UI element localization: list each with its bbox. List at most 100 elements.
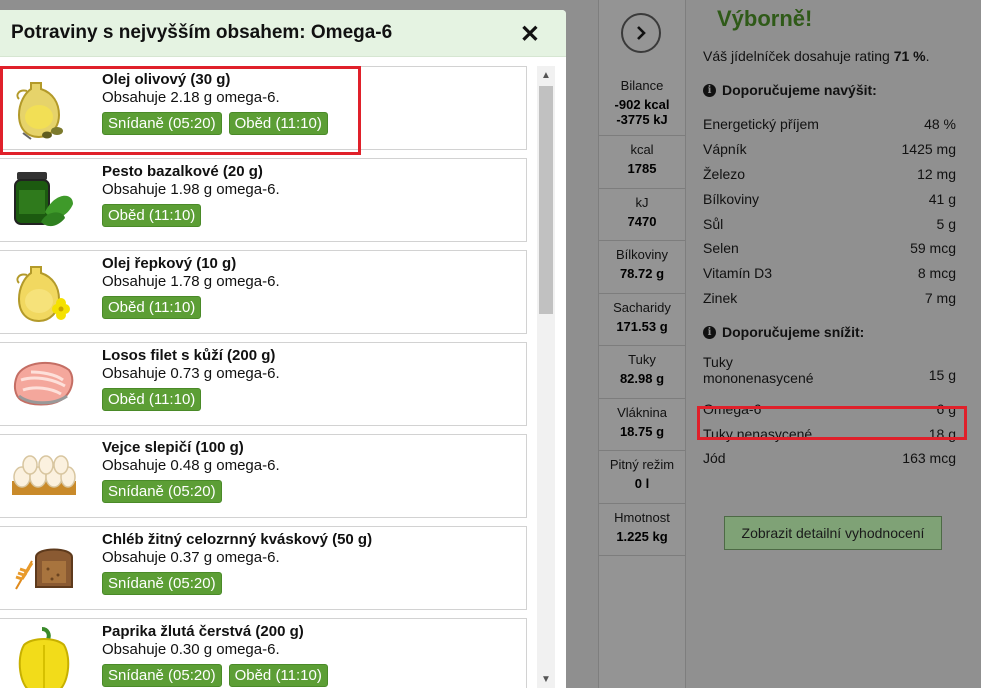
nutrition-stats: Bilance -902 kcal -3775 kJ kcal 1785 kJ 74… <box>599 68 685 556</box>
nutrient-row: Tuky mononenasycené 15 g <box>703 354 964 396</box>
food-omega-content: Obsahuje 0.30 g omega-6. <box>102 641 280 658</box>
food-omega-content: Obsahuje 0.48 g omega-6. <box>102 457 280 474</box>
nutrient-name: Energetický příjem <box>703 116 819 133</box>
nutrient-row: Sůl 5 g <box>703 211 964 236</box>
food-item-body: Pesto bazalkové (20 g) Obsahuje 1.98 g o… <box>88 159 280 241</box>
stat-value: 1785 <box>627 161 657 176</box>
stat-weight: Hmotnost 1.225 kg <box>599 504 685 556</box>
meal-tags: Snídaně (05:20) Oběd (11:10) <box>102 664 328 687</box>
collapse-toggle-button[interactable] <box>621 13 661 53</box>
increase-table: Energetický příjem 48 % Vápník 1425 mg Žel… <box>703 112 964 310</box>
modal-title: Potraviny s nejvyšším obsahem: Omega-6 <box>11 22 393 43</box>
scrollbar-thumb[interactable] <box>539 86 553 314</box>
detailed-evaluation-button[interactable]: Zobrazit detailní vyhodnocení <box>724 516 942 550</box>
nutrient-row: Železo 12 mg <box>703 162 964 187</box>
stat-label: Sacharidy <box>613 299 671 315</box>
omega6-highlight-box <box>697 406 967 440</box>
stat-value: -902 kcal <box>614 97 670 112</box>
nutrient-name: Sůl <box>703 215 724 232</box>
nutrient-row: Vitamín D3 8 mcg <box>703 261 964 286</box>
stat-label: Vláknina <box>617 404 667 420</box>
rapeseed-oil-icon <box>0 251 88 333</box>
food-omega-content: Obsahuje 0.37 g omega-6. <box>102 549 280 566</box>
meal-tag[interactable]: Snídaně (05:20) <box>102 480 222 503</box>
food-name: Pesto bazalkové (20 g) <box>102 163 263 180</box>
nutrient-name: Selen <box>703 240 739 257</box>
chevron-right-icon <box>637 26 646 40</box>
rating-prefix: Váš jídelníček dosahuje rating <box>703 48 894 64</box>
summary-heading: Výborně! <box>717 6 813 31</box>
stat-fat: Tuky 82.98 g <box>599 346 685 399</box>
food-name: Chléb žitný celozrnný kváskový (50 g) <box>102 531 373 548</box>
food-name: Losos filet s kůží (200 g) <box>102 347 276 364</box>
decrease-heading: i Doporučujeme snížit: <box>703 324 964 340</box>
food-item[interactable]: Paprika žlutá čerstvá (200 g) Obsahuje 0… <box>0 618 527 688</box>
stat-value: 18.75 g <box>619 423 665 439</box>
stat-protein: Bílkoviny 78.72 g <box>599 241 685 294</box>
food-item[interactable]: Pesto bazalkové (20 g) Obsahuje 1.98 g o… <box>0 158 527 242</box>
stat-value: 78.72 g <box>619 266 665 281</box>
stat-fiber: Vláknina 18.75 g <box>599 399 685 451</box>
nutrient-value: 8 mcg <box>917 265 956 282</box>
stat-label: Hmotnost <box>614 509 670 525</box>
food-item[interactable]: Chléb žitný celozrnný kváskový (50 g) Ob… <box>0 526 527 610</box>
stat-carbs: Sacharidy 171.53 g <box>599 294 685 346</box>
stat-value: 171.53 g <box>616 318 668 334</box>
nutrient-row: Vápník 1425 mg <box>703 137 964 162</box>
decrease-title: Doporučujeme snížit: <box>722 324 865 341</box>
nutrient-row: Bílkoviny 41 g <box>703 186 964 211</box>
stat-value: 1.225 kg <box>616 528 668 544</box>
nutrient-row: Energetický příjem 48 % <box>703 112 964 137</box>
stat-value: 7470 <box>627 213 657 229</box>
scroll-down-arrow-icon[interactable]: ▼ <box>537 670 555 688</box>
stat-value: 82.98 g <box>619 371 665 386</box>
info-icon: i <box>703 83 716 97</box>
meal-tag[interactable]: Oběd (11:10) <box>228 664 328 687</box>
nutrient-value: 59 mcg <box>910 240 956 257</box>
scroll-up-arrow-icon[interactable]: ▲ <box>537 66 555 84</box>
food-item[interactable]: Losos filet s kůží (200 g) Obsahuje 0.73… <box>0 342 527 426</box>
nutrient-value: 12 mg <box>917 165 956 182</box>
modal-header: Potraviny s nejvyšším obsahem: Omega-6 <box>0 10 566 57</box>
nutrient-row: Jód 163 mcg <box>703 446 964 471</box>
meal-tag[interactable]: Oběd (11:10) <box>102 204 202 227</box>
stat-label: kJ <box>635 194 649 210</box>
nutrient-row: Zinek 7 mg <box>703 286 964 311</box>
meal-tags: Oběd (11:10) <box>102 204 280 227</box>
yellow-pepper-icon <box>0 619 88 688</box>
meal-tag[interactable]: Snídaně (05:20) <box>102 572 222 595</box>
food-omega-content: Obsahuje 0.73 g omega-6. <box>102 365 280 382</box>
nutrient-name: Železo <box>703 165 746 182</box>
eggs-icon <box>0 435 88 517</box>
salmon-icon <box>0 343 88 425</box>
nutrient-row: Selen 59 mcg <box>703 236 964 261</box>
food-item[interactable]: Olej řepkový (10 g) Obsahuje 1.78 g omeg… <box>0 250 527 334</box>
stat-label: Bilance <box>620 78 664 93</box>
stat-water: Pitný režim 0 l <box>599 451 685 504</box>
nutrient-name: Bílkoviny <box>703 190 760 207</box>
stat-label: Tuky <box>628 352 656 367</box>
food-item-body: Losos filet s kůží (200 g) Obsahuje 0.73… <box>88 343 280 425</box>
stat-value-kj: -3775 kJ <box>616 112 668 127</box>
list-scrollbar[interactable]: ▲ ▼ <box>537 66 555 688</box>
meal-tag[interactable]: Oběd (11:10) <box>102 388 202 411</box>
nutrient-name: Zinek <box>703 289 738 306</box>
food-item-body: Paprika žlutá čerstvá (200 g) Obsahuje 0… <box>88 619 328 688</box>
nutrient-value: 7 mg <box>924 289 956 306</box>
nutrient-value: 163 mcg <box>902 450 956 467</box>
nutrient-name: Jód <box>703 450 726 467</box>
nutrient-value: 1425 mg <box>901 141 956 158</box>
close-icon[interactable]: ✕ <box>520 20 540 49</box>
meal-tags: Snídaně (05:20) <box>102 480 280 503</box>
meal-tag[interactable]: Oběd (11:10) <box>102 296 202 319</box>
food-list: Olej olivový (30 g) Obsahuje 2.18 g omeg… <box>0 66 527 688</box>
food-name: Vejce slepičí (100 g) <box>102 439 244 456</box>
food-item[interactable]: Vejce slepičí (100 g) Obsahuje 0.48 g om… <box>0 434 527 518</box>
increase-heading: i Doporučujeme navýšit: <box>703 82 964 98</box>
stat-label: Bílkoviny <box>615 247 669 262</box>
stat-value: 0 l <box>634 476 650 491</box>
stat-kcal: kcal 1785 <box>599 136 685 189</box>
food-omega-content: Obsahuje 1.98 g omega-6. <box>102 181 280 198</box>
meal-tag[interactable]: Snídaně (05:20) <box>102 664 222 687</box>
food-item-body: Olej řepkový (10 g) Obsahuje 1.78 g omeg… <box>88 251 280 333</box>
